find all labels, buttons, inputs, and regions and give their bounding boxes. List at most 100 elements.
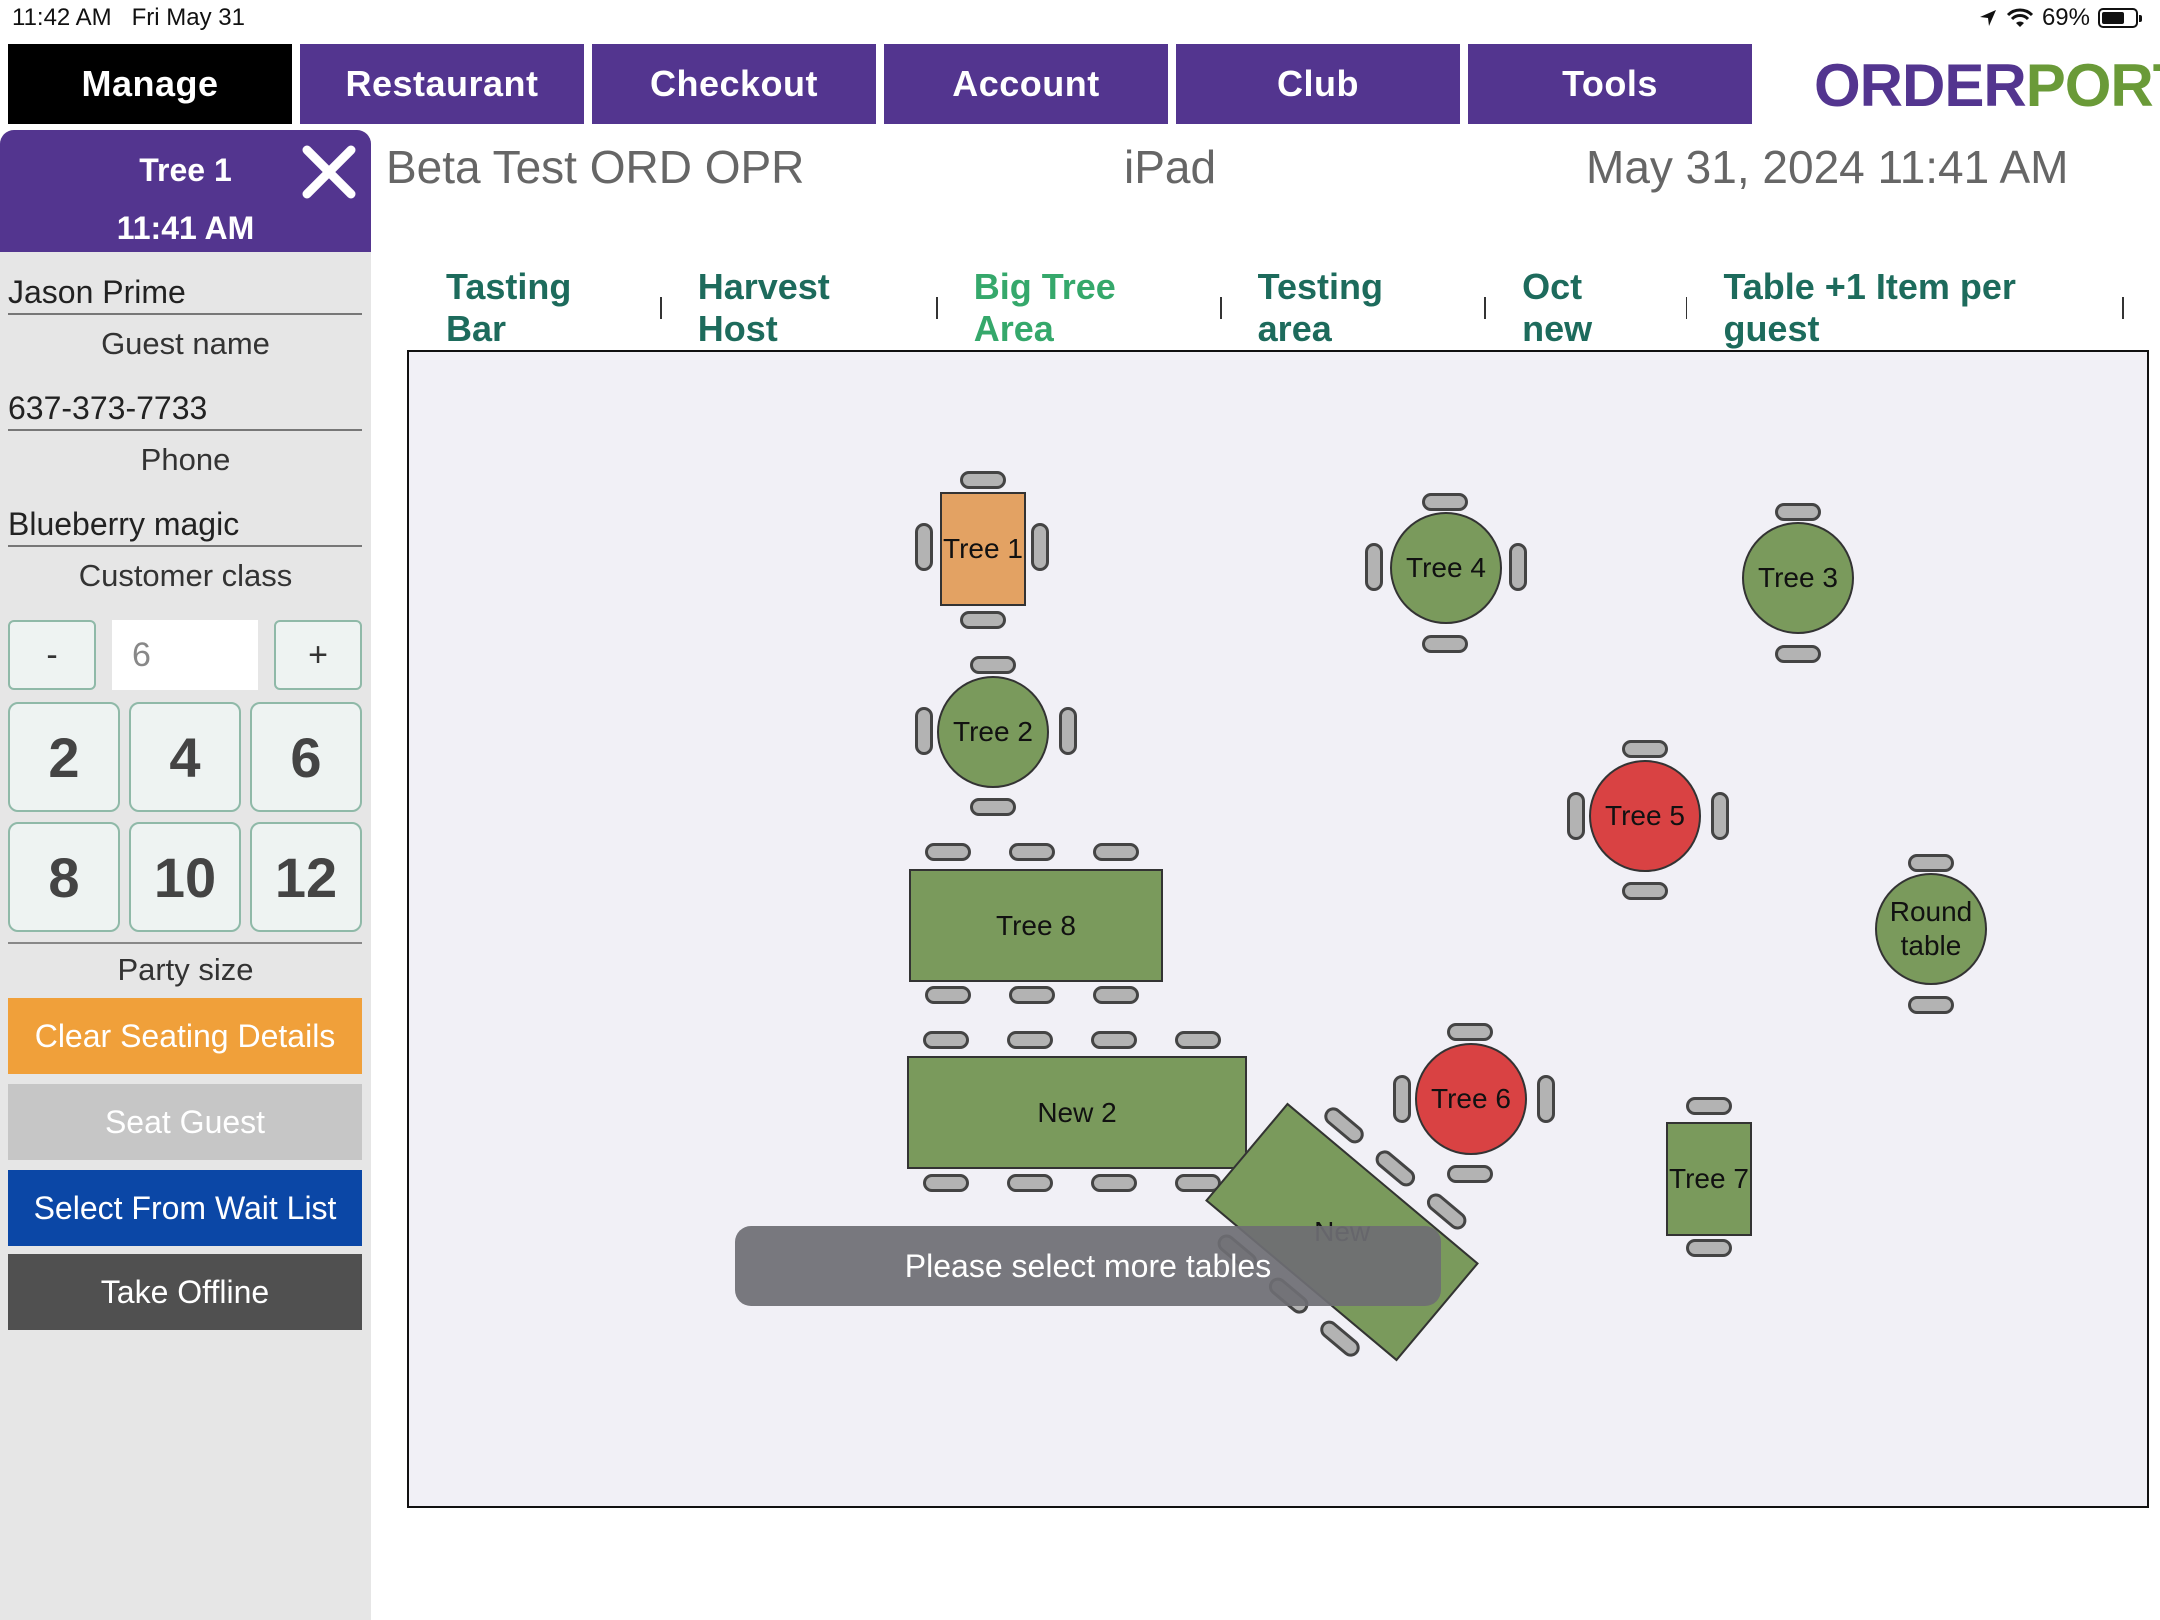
tab-harvest-host[interactable]: Harvest Host [698,266,900,350]
chair [1447,1023,1493,1041]
chair [1091,1031,1137,1049]
select-from-wait-list-button[interactable]: Select From Wait List [8,1170,362,1246]
table-new-2[interactable]: New 2 [907,1056,1247,1169]
chair [1686,1239,1732,1257]
location-icon [1979,10,1996,26]
chair [1711,792,1729,840]
chair [1908,996,1954,1014]
chair [1447,1165,1493,1183]
chair [1537,1075,1555,1123]
chair [1365,543,1383,591]
party-size-2-button[interactable]: 2 [8,702,120,812]
phone-label: Phone [140,442,231,477]
wifi-icon [2006,8,2034,27]
clear-seating-details-button[interactable]: Clear Seating Details [8,998,362,1074]
table-tree-3[interactable]: Tree 3 [1742,522,1854,634]
tab-separator [1484,297,1487,319]
take-offline-button[interactable]: Take Offline [8,1254,362,1330]
tab-big-tree-area[interactable]: Big Tree Area [974,266,1184,350]
tab-separator [2122,297,2125,319]
close-icon[interactable] [297,140,361,204]
status-time: 11:42 AM Fri May 31 [12,4,245,31]
round-table-label: Round table [1889,896,1973,961]
party-size-6-button[interactable]: 6 [250,702,362,812]
chair [923,1174,969,1192]
main-nav: Manage Restaurant Checkout Account Club … [8,44,1752,124]
party-size-divider [8,942,362,944]
chair [1009,843,1055,861]
nav-tools[interactable]: Tools [1468,44,1752,124]
chair [1393,1075,1411,1123]
party-size-10-button[interactable]: 10 [129,822,241,932]
nav-manage[interactable]: Manage [8,44,292,124]
guest-name-label: Guest name [101,326,270,361]
chair [925,986,971,1004]
chair [1422,635,1468,653]
select-more-tables-toast: Please select more tables [735,1226,1441,1306]
chair [915,523,933,571]
tab-oct-new[interactable]: Oct new [1522,266,1649,350]
chair [1622,740,1668,758]
party-size-12-button[interactable]: 12 [250,822,362,932]
seat-guest-button[interactable]: Seat Guest [8,1084,362,1160]
chair [1175,1031,1221,1049]
chair [1059,707,1077,755]
tab-separator [1219,297,1222,319]
area-tabs: Tasting Bar Harvest Host Big Tree Area T… [446,266,2160,350]
table-tree-1[interactable]: Tree 1 [940,492,1026,606]
battery-icon [2098,8,2142,28]
status-indicators: 69% [1978,4,2142,32]
increase-party-button[interactable]: + [274,620,362,690]
table-tree-8[interactable]: Tree 8 [909,869,1163,982]
nav-checkout[interactable]: Checkout [592,44,876,124]
table-round-table[interactable]: Round table [1875,873,1987,985]
tab-separator [659,297,662,319]
tab-separator [935,297,938,319]
battery-level [2102,12,2125,24]
battery-percent: 69% [2041,4,2090,31]
chair [1422,493,1468,511]
table-tree-4[interactable]: Tree 4 [1390,512,1502,624]
current-datetime: May 31, 2024 11:41 AM [1586,141,2069,193]
tab-separator [1685,297,1688,319]
chair [1009,986,1055,1004]
table-tree-2[interactable]: Tree 2 [937,676,1049,788]
chair [1908,854,1954,872]
chair [1567,792,1585,840]
seating-panel: Tree 1 11:41 AM Jason Prime Guest name 6… [0,130,371,1620]
customer-class-field[interactable]: Blueberry magic [8,506,362,547]
chair [1775,503,1821,521]
chair [1509,543,1527,591]
chair [1007,1031,1053,1049]
party-size-input[interactable]: 6 [112,620,258,690]
party-size-label: Party size [117,952,254,987]
phone-field[interactable]: 637-373-7733 [8,390,362,431]
tab-testing-area[interactable]: Testing area [1258,266,1449,350]
logo-text: ORDERPORT [1814,51,2160,119]
tab-table-plus-one-item[interactable]: Table +1 Item per guest [1723,266,2086,350]
chair [923,1031,969,1049]
chair [960,611,1006,629]
party-size-4-button[interactable]: 4 [129,702,241,812]
table-tree-7[interactable]: Tree 7 [1666,1122,1752,1236]
chair [1093,986,1139,1004]
device-name: iPad [1124,141,1217,193]
chair [925,843,971,861]
party-size-8-button[interactable]: 8 [8,822,120,932]
nav-restaurant[interactable]: Restaurant [300,44,584,124]
panel-header: Tree 1 11:41 AM [0,130,371,252]
table-tree-6[interactable]: Tree 6 [1415,1043,1527,1155]
chair [970,656,1016,674]
chair [915,707,933,755]
nav-club[interactable]: Club [1176,44,1460,124]
guest-name-field[interactable]: Jason Prime [8,274,362,315]
table-tree-5[interactable]: Tree 5 [1589,760,1701,872]
chair [970,798,1016,816]
floor-plan: Tree 1 Tree 4 Tree 3 Tree 2 Tree 5 Round… [407,350,2149,1508]
nav-account[interactable]: Account [884,44,1168,124]
location-name: Beta Test ORD OPR [386,141,805,193]
chair [1031,523,1049,571]
tab-tasting-bar[interactable]: Tasting Bar [446,266,624,350]
decrease-party-button[interactable]: - [8,620,96,690]
chair [1093,843,1139,861]
